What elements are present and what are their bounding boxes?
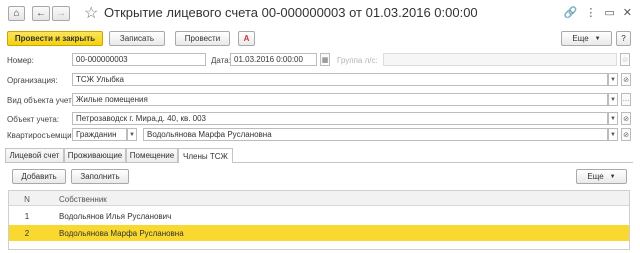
object-open-button[interactable]: ⊘ (621, 112, 631, 125)
organization-field[interactable]: ТСЖ Улыбка (72, 73, 608, 86)
object-kind-field[interactable]: Жилые помещения (72, 93, 608, 106)
number-field[interactable]: 00-000000003 (72, 53, 206, 66)
chevron-down-icon: ▼ (610, 76, 616, 83)
date-field[interactable]: 01.03.2016 0:00:00 (230, 53, 317, 66)
chevron-down-icon: ▼ (610, 131, 616, 138)
tab-residents[interactable]: Проживающие (64, 148, 126, 162)
organization-dropdown[interactable]: ▼ (608, 73, 618, 86)
tenant-dropdown[interactable]: ▼ (608, 128, 618, 141)
chevron-down-icon: ▼ (129, 131, 135, 138)
row-owner: Водольянов Илья Русланович (59, 212, 172, 221)
chevron-down-icon: ▼ (594, 35, 601, 42)
table-header: N Собственник (9, 191, 629, 206)
object-label: Объект учета: (7, 115, 60, 124)
arrow-right-icon: → (56, 8, 66, 19)
group-label: Группа л/с: (337, 56, 378, 65)
forward-button[interactable]: → (52, 6, 70, 21)
row-owner: Водольянова Марфа Руслановна (59, 229, 184, 238)
object-field[interactable]: Петрозаводск г. Мира,д. 40, кв. 003 (72, 112, 608, 125)
organization-label: Организация: (7, 76, 58, 85)
tab-premises[interactable]: Помещение (126, 148, 178, 162)
post-button[interactable]: Провести (175, 31, 230, 46)
object-kind-label: Вид объекта учета: (7, 96, 79, 105)
tab-divider (5, 162, 633, 163)
tenant-field[interactable]: Водольянова Марфа Руслановна (143, 128, 608, 141)
group-field (383, 53, 617, 66)
tenant-type-field[interactable]: Гражданин (72, 128, 127, 141)
help-button[interactable]: ? (616, 31, 631, 46)
report-icon: A (243, 34, 250, 43)
organization-open-button[interactable]: ⊘ (621, 73, 631, 86)
object-kind-select-button[interactable]: … (621, 93, 631, 106)
page-title: Открытие лицевого счета 00-000000003 от … (104, 5, 478, 20)
close-icon[interactable]: ✕ (623, 6, 632, 19)
chevron-down-icon: ▼ (610, 96, 616, 103)
open-link-icon: ⊘ (623, 131, 629, 139)
members-more-button[interactable]: Еще ▼ (576, 169, 627, 184)
tenant-open-button[interactable]: ⊘ (621, 128, 631, 141)
save-button[interactable]: Записать (109, 31, 165, 46)
column-owner-header[interactable]: Собственник (59, 195, 107, 204)
row-number: 2 (24, 229, 30, 238)
group-open-button: ⊘ (620, 53, 630, 66)
tab-account[interactable]: Лицевой счет (5, 148, 64, 162)
tenant-label: Квартиросъемщик: (7, 131, 78, 140)
home-button[interactable]: ⌂ (8, 6, 25, 21)
table-row[interactable]: 1 Водольянов Илья Русланович (9, 208, 629, 224)
home-icon: ⌂ (13, 8, 20, 19)
row-number: 1 (24, 212, 30, 221)
object-dropdown[interactable]: ▼ (608, 112, 618, 125)
members-table[interactable]: N Собственник 1 Водольянов Илья Русланов… (8, 190, 630, 250)
favorite-star-icon[interactable]: ☆ (84, 3, 98, 23)
more-button[interactable]: Еще ▼ (561, 31, 612, 46)
report-button[interactable]: A (238, 31, 255, 46)
window-controls: 🔗 ⋮ ▭ ✕ (564, 6, 632, 19)
chevron-down-icon: ▼ (610, 115, 616, 122)
fill-button[interactable]: Заполнить (71, 169, 129, 184)
open-link-icon: ⊘ (623, 115, 629, 123)
number-label: Номер: (7, 56, 34, 65)
add-button[interactable]: Добавить (12, 169, 66, 184)
chevron-down-icon: ▼ (609, 173, 616, 180)
link-icon: ⊘ (622, 56, 628, 64)
tab-members[interactable]: Члены ТСЖ (178, 148, 233, 163)
date-label: Дата: (211, 56, 231, 65)
open-link-icon: ⊘ (623, 76, 629, 84)
post-and-close-button[interactable]: Провести и закрыть (7, 31, 103, 46)
calendar-icon: ▦ (321, 56, 329, 64)
ellipsis-icon: … (622, 96, 630, 103)
object-kind-dropdown[interactable]: ▼ (608, 93, 618, 106)
restore-icon[interactable]: ▭ (604, 6, 614, 19)
tenant-type-dropdown[interactable]: ▼ (127, 128, 137, 141)
menu-icon[interactable]: ⋮ (585, 6, 596, 19)
calendar-button[interactable]: ▦ (320, 53, 330, 66)
column-n-header[interactable]: N (9, 195, 45, 204)
back-button[interactable]: ← (32, 6, 50, 21)
link-icon[interactable]: 🔗 (564, 6, 578, 19)
arrow-left-icon: ← (36, 8, 46, 19)
table-row[interactable]: 2 Водольянова Марфа Руслановна (9, 225, 629, 241)
